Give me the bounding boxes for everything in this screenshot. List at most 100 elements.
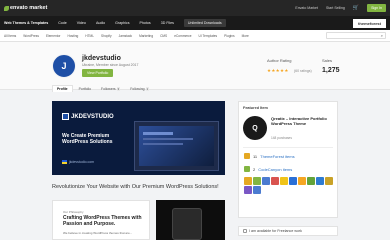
tab-label: Following bbox=[130, 86, 145, 91]
category-item[interactable]: Audio bbox=[96, 21, 105, 25]
card-headline: Crafting WordPress Themes with Passion a… bbox=[63, 215, 142, 227]
subcategory-item[interactable]: Plugins bbox=[224, 34, 234, 38]
codecanyon-items-link[interactable]: 2 CodeCanyon items bbox=[244, 166, 292, 172]
tab-label: Portfolio bbox=[78, 86, 92, 91]
nav-envato-market[interactable]: Envato Market bbox=[295, 6, 318, 10]
subcategory-item[interactable]: eCommerce bbox=[174, 34, 191, 38]
card-eyebrow: Our Philosophy bbox=[63, 210, 84, 214]
badge-icon[interactable] bbox=[253, 186, 261, 194]
signin-button[interactable]: Sign In bbox=[367, 4, 386, 12]
tab-followers[interactable]: Followers 3 bbox=[97, 85, 124, 92]
search-icon[interactable]: ⌕ bbox=[381, 33, 383, 38]
cart-icon[interactable]: 🛒 bbox=[353, 5, 359, 11]
tab-label: Profile bbox=[57, 87, 68, 91]
subcategory-item[interactable]: Shopify bbox=[101, 34, 112, 38]
badge-icon[interactable] bbox=[325, 177, 333, 185]
themeforest-badge[interactable]: themeforest bbox=[353, 18, 386, 28]
item-site-link[interactable]: ThemeForest items bbox=[260, 154, 294, 159]
badge-icon[interactable] bbox=[307, 177, 315, 185]
ukraine-flag-icon bbox=[62, 160, 67, 164]
tab-following[interactable]: Following 1 bbox=[126, 85, 153, 92]
profile-tagline: Revolutionize Your Website with Our Prem… bbox=[52, 184, 219, 190]
subcategory-item[interactable]: Marketing bbox=[139, 34, 153, 38]
banner-url-text: jkdevstudio.com bbox=[69, 160, 95, 164]
category-active[interactable]: Web Themes & Templates bbox=[4, 21, 48, 25]
envato-logo[interactable]: envato market bbox=[4, 5, 47, 11]
featured-item-thumbnail[interactable]: Q bbox=[243, 116, 267, 140]
codecanyon-icon bbox=[244, 166, 250, 172]
author-rating-label: Author Rating bbox=[267, 58, 292, 63]
leaf-icon bbox=[4, 5, 9, 11]
category-item[interactable]: Code bbox=[58, 21, 67, 25]
category-item[interactable]: Graphics bbox=[115, 21, 129, 25]
badge-icon[interactable] bbox=[289, 177, 297, 185]
themeforest-items-link[interactable]: 11 ThemeForest items bbox=[244, 153, 295, 159]
item-count: 2 bbox=[253, 166, 256, 172]
item-count: 11 bbox=[253, 153, 258, 159]
subcategory-item[interactable]: WordPress bbox=[23, 34, 39, 38]
category-item[interactable]: 3D Files bbox=[161, 21, 174, 25]
themeforest-icon bbox=[244, 153, 250, 159]
checkbox-icon bbox=[243, 229, 247, 233]
banner-url: jkdevstudio.com bbox=[62, 160, 94, 164]
unlimited-downloads-link[interactable]: Unlimited Downloads bbox=[183, 19, 226, 27]
sales-count: 1,275 bbox=[322, 67, 340, 74]
item-site-link[interactable]: CodeCanyon items bbox=[258, 167, 292, 172]
author-badges bbox=[244, 177, 334, 194]
category-item[interactable]: Photos bbox=[140, 21, 151, 25]
divider bbox=[243, 147, 333, 148]
sales-label: Sales bbox=[322, 58, 333, 63]
phone-mockup-image bbox=[172, 208, 202, 240]
brand-icon bbox=[62, 113, 69, 120]
badge-icon[interactable] bbox=[244, 177, 252, 185]
subcategory-item[interactable]: All Items bbox=[4, 34, 16, 38]
badge-icon[interactable] bbox=[262, 177, 270, 185]
subcategory-item[interactable]: Hosting bbox=[67, 34, 78, 38]
phone-mockup-card bbox=[156, 200, 225, 240]
banner-headline: We Create Premium WordPress Solutions bbox=[62, 133, 113, 145]
category-item[interactable]: Video bbox=[77, 21, 86, 25]
subcategory-item[interactable]: UI Templates bbox=[199, 34, 218, 38]
subcategory-item[interactable]: HTML bbox=[85, 34, 94, 38]
view-portfolio-button[interactable]: View Portfolio bbox=[82, 69, 114, 77]
subcategory-item[interactable]: More bbox=[242, 34, 249, 38]
banner-brand: JKDEVSTUDIO bbox=[62, 113, 114, 120]
subcategory-bar: All Items WordPress Elementor Hosting HT… bbox=[0, 30, 390, 42]
search-input[interactable]: ⌕ bbox=[326, 32, 386, 39]
philosophy-card: Our Philosophy Crafting WordPress Themes… bbox=[52, 200, 150, 240]
profile-banner: JKDEVSTUDIO We Create Premium WordPress … bbox=[52, 101, 225, 175]
badge-icon[interactable] bbox=[253, 177, 261, 185]
freelance-availability[interactable]: I am available for Freelance work bbox=[238, 226, 338, 236]
rating-stars: ★★★★★ bbox=[267, 68, 289, 73]
monitor-mockup-image bbox=[134, 121, 219, 171]
card-body: We believe in creating WordPress themes … bbox=[63, 231, 133, 235]
featured-item-sales: 148 purchases bbox=[271, 136, 292, 140]
logo-text: envato market bbox=[10, 5, 48, 11]
badge-icon[interactable] bbox=[244, 186, 252, 194]
category-bar: Web Themes & Templates Code Video Audio … bbox=[0, 16, 390, 30]
featured-item-name[interactable]: Qreatix – Interactive Portfolio WordPres… bbox=[271, 116, 333, 126]
badge-icon[interactable] bbox=[280, 177, 288, 185]
subcategory-item[interactable]: Jamstack bbox=[119, 34, 132, 38]
tab-portfolio[interactable]: Portfolio bbox=[75, 85, 95, 92]
top-nav: Envato Market Start Selling 🛒 Sign In bbox=[295, 4, 386, 12]
freelance-label: I am available for Freelance work bbox=[249, 229, 302, 233]
badge-icon[interactable] bbox=[316, 177, 324, 185]
mockup-bar bbox=[143, 132, 173, 135]
tab-profile[interactable]: Profile bbox=[52, 85, 73, 92]
subcategory-item[interactable]: CMS bbox=[160, 34, 167, 38]
mockup-bar bbox=[143, 143, 183, 145]
rating-count: (60 ratings) bbox=[294, 69, 312, 73]
avatar[interactable]: J bbox=[52, 54, 76, 78]
badge-icon[interactable] bbox=[271, 177, 279, 185]
mockup-bar bbox=[143, 138, 193, 140]
subcategory-item[interactable]: Elementor bbox=[46, 34, 61, 38]
badge-icon[interactable] bbox=[298, 177, 306, 185]
nav-start-selling[interactable]: Start Selling bbox=[326, 6, 345, 10]
banner-brand-text: JKDEVSTUDIO bbox=[71, 113, 114, 120]
featured-item-title: Featured Item bbox=[243, 106, 268, 110]
username: jkdevstudio bbox=[82, 55, 121, 62]
tab-count: 1 bbox=[145, 86, 150, 91]
tab-label: Followers bbox=[101, 86, 116, 91]
profile-tabs: Profile Portfolio Followers 3 Following 1 bbox=[52, 84, 153, 92]
